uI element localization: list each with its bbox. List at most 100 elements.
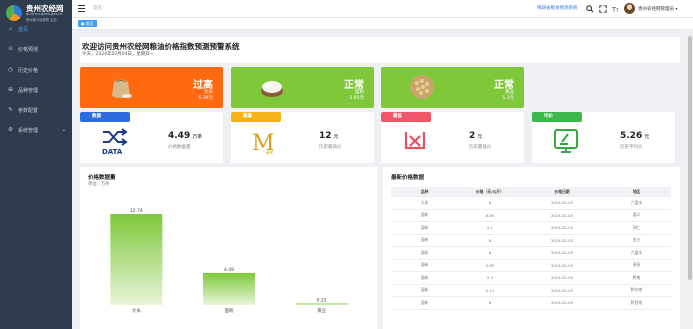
table-cell: 黔西南 (630, 299, 643, 305)
stat-value: 4.49 (168, 131, 191, 141)
scrollbar-thumb[interactable] (688, 36, 692, 280)
table-cell: 6 (488, 200, 492, 206)
table-row[interactable]: 面粉 6 2024-02-03 黔西南 (391, 297, 671, 310)
settings-icon: ⚙ (8, 127, 13, 133)
sidebar-item-home[interactable]: ⌂ 首页 (0, 21, 72, 37)
avatar[interactable] (624, 3, 635, 14)
bar-1[interactable] (203, 272, 255, 305)
status-card-flour[interactable]: 正常 面粉 5.95元 (231, 67, 374, 108)
table-cell: 5.65 (485, 262, 495, 268)
table-cell: 六盘水 (630, 249, 643, 255)
table-row[interactable]: 大米 6 2024-02-03 六盘水 (391, 197, 671, 210)
bar-value-label: 12.74 (130, 208, 143, 214)
category-label: 黄豆 (317, 307, 326, 314)
table-row[interactable]: 面粉 5.11 2024-02-03 黔东南 (391, 285, 671, 297)
sidebar-item-label: 参数配置 (18, 107, 39, 114)
stat-badge: 均价 (532, 112, 582, 122)
chart-panel: 12.74 大米 4.49 面粉 0.22 黄豆 价格数据量 单位：万条 (80, 167, 378, 329)
table-cell: 面粉 (420, 224, 429, 230)
status-card-rice[interactable]: 过高 大米 6.39元 (80, 67, 223, 108)
bar-2[interactable] (295, 303, 348, 305)
max-icon: M ax (252, 131, 275, 156)
top-bar: 首页 稀缺省粮食预测系统 TT 贵州农经网管理员 ▾ (72, 0, 693, 18)
sidebar-item-forecast[interactable]: ⊙ 价格预测 (0, 41, 72, 57)
table-cell: 面粉 (420, 249, 429, 255)
stat-card-min[interactable]: 最低 2元 历史最低价 (381, 112, 524, 163)
sidebar-item-label: 品种管理 (18, 87, 39, 94)
category-label: 面粉 (225, 307, 234, 314)
table-cell: 金沙 (632, 237, 641, 243)
variety-price: 6.39元 (198, 96, 213, 101)
user-menu[interactable]: 贵州农经网管理员 ▾ (638, 6, 677, 12)
variety-icon: ⊞ (8, 87, 13, 93)
column-header: 地区 (632, 188, 641, 194)
stat-label: 价格数据量 (168, 145, 191, 150)
svg-text:T: T (615, 8, 619, 13)
table-cell: 6.65 (485, 212, 495, 218)
rice-sack-icon (112, 79, 132, 98)
bar-value-label: 0.22 (317, 297, 327, 303)
soybean-icon (410, 75, 434, 99)
sidebar-item-params[interactable]: ✎ 参数配置 (0, 102, 72, 118)
table-cell: 面粉 (420, 274, 429, 280)
stat-card-max[interactable]: 最高 M ax 12 元 历史最高价 (231, 112, 374, 163)
table-cell: 2024-02-03 (550, 287, 574, 293)
table-row[interactable]: 面粉 5.3 2024-02-03 黔南 (391, 272, 671, 285)
system-link[interactable]: 稀缺省粮食预测系统 (537, 5, 578, 11)
stat-unit: 元 (333, 134, 339, 140)
tag-home[interactable]: ● 首页 (78, 20, 97, 27)
sidebar-item-history[interactable]: ◷ 历史价格 (0, 62, 72, 78)
table-row[interactable]: 面粉 8 2024-02-03 金沙 (391, 235, 671, 247)
table-cell: 面粉 (420, 299, 429, 305)
table-cell: 铜仁 (632, 224, 641, 230)
column-header: 品种 (420, 188, 429, 194)
stat-unit: 元 (477, 134, 483, 140)
stat-label: 历史平均价 (620, 145, 643, 150)
fullscreen-icon[interactable] (598, 4, 607, 13)
params-icon: ✎ (8, 107, 13, 113)
chart-unit: 单位：万条 (88, 182, 110, 187)
price-table: 品种 价格（元/公斤） 价格日期 地区 大米 6 2024-02-03 六盘水 面粉 6.… (391, 187, 671, 310)
table-row[interactable]: 面粉 6 2024-02-03 六盘水 (391, 247, 671, 260)
user-name: 贵州农经网管理员 (638, 7, 674, 12)
table-cell: 2024-02-03 (550, 212, 574, 218)
home-icon: ⌂ (8, 26, 13, 32)
table-cell: 2024-02-03 (550, 275, 574, 281)
table-cell: 8 (488, 237, 492, 243)
table-row[interactable]: 面粉 6.65 2024-02-03 遵义 (391, 210, 671, 222)
sidebar-item-variety[interactable]: ⊞ 品种管理 (0, 82, 72, 98)
tag-label: 首页 (85, 21, 94, 26)
bar-0[interactable] (110, 214, 163, 305)
stat-unit: 万条 (192, 134, 203, 140)
breadcrumb[interactable]: 首页 (93, 5, 102, 11)
stat-card-data[interactable]: 数据 DATA 4.49 万条 价格数据量 (80, 112, 223, 163)
average-icon (554, 129, 578, 153)
table-cell: 2024-02-03 (550, 225, 574, 231)
stat-badge: 最低 (381, 112, 431, 122)
table-cell: 5.3 (486, 275, 494, 281)
table-cell: 2024-02-03 (550, 250, 574, 256)
stat-value: 12 (319, 131, 332, 141)
stat-card-average[interactable]: 均价 5.26 元 历史平均价 (532, 112, 675, 163)
table-cell: 黔东南 (630, 287, 643, 293)
status-card-soybean[interactable]: 正常 黄豆 5.2元 (381, 67, 524, 108)
sidebar: 贵州农经网 guizhou.gzdw.gov.cn 贵州省人民政府 主办 ⌂ 首… (0, 0, 72, 329)
stat-badge: 最高 (231, 112, 281, 122)
table-cell: 大米 (420, 199, 429, 205)
sidebar-item-system[interactable]: ⚙ 系统管理 ⌄ (0, 122, 72, 138)
table-cell: 5.1 (486, 225, 494, 231)
page-scrollbar[interactable] (687, 30, 693, 329)
table-row[interactable]: 面粉 5.65 2024-02-03 贵阳 (391, 260, 671, 272)
menu-toggle-icon[interactable] (78, 5, 85, 12)
font-size-icon[interactable]: TT (611, 4, 620, 13)
table-row[interactable]: 面粉 5.1 2024-02-03 铜仁 (391, 222, 671, 235)
chevron-down-icon: ▾ (675, 6, 678, 11)
table-cell: 贵阳 (632, 262, 641, 268)
stat-unit: 元 (644, 134, 650, 140)
bar-value-label: 4.49 (224, 267, 234, 273)
bar-chart[interactable]: 12.74 大米 4.49 面粉 0.22 黄豆 (80, 167, 378, 329)
welcome-panel: 欢迎访问贵州农经网粮油价格指数预测预警系统 今天，2024年02月04日，星期日… (80, 37, 680, 63)
search-icon[interactable] (585, 4, 594, 13)
table-cell: 面粉 (420, 287, 429, 293)
min-icon (404, 132, 426, 150)
